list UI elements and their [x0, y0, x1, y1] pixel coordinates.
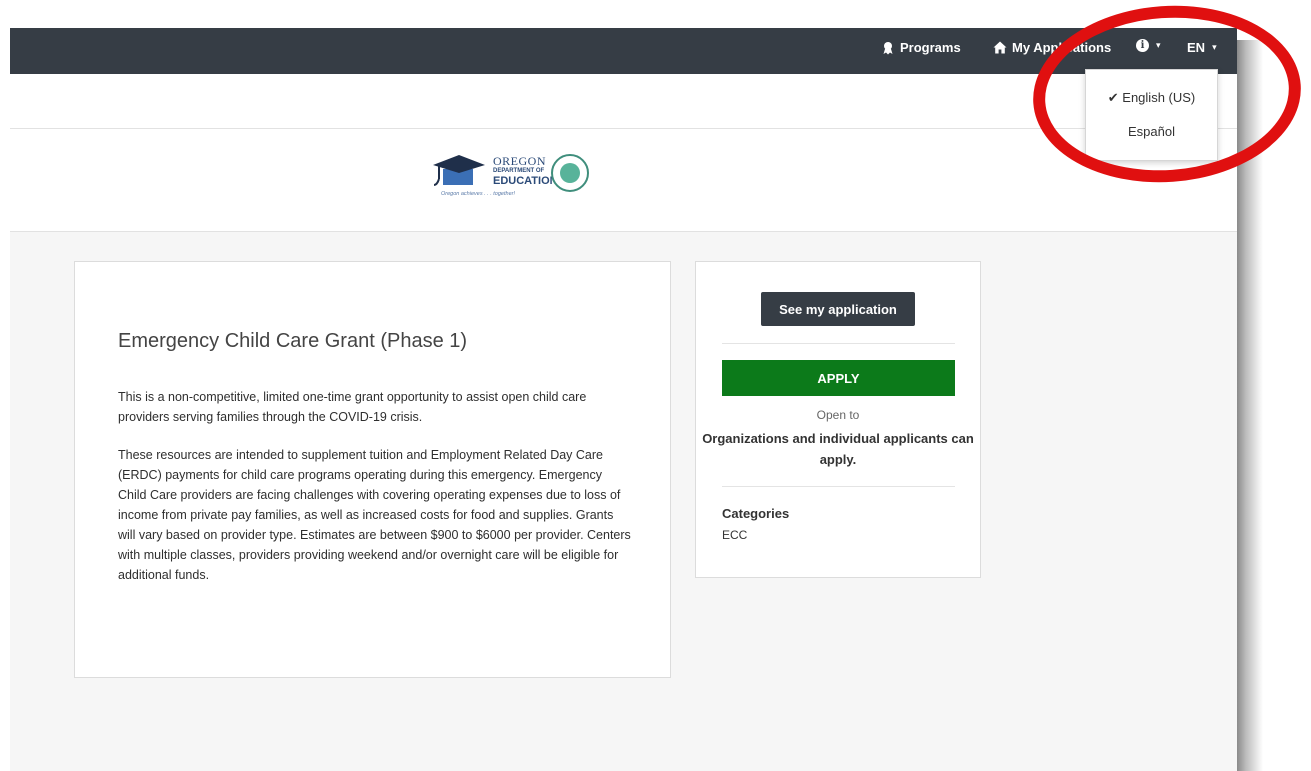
language-option-label: Español: [1128, 124, 1175, 139]
logo-banner: OREGON DEPARTMENT OF EDUCATION Oregon ac…: [10, 129, 1237, 232]
graduation-cap-icon: [433, 155, 485, 186]
logo-line-department: DEPARTMENT OF: [493, 168, 545, 174]
info-dropdown[interactable]: i ▾: [1136, 39, 1161, 52]
grant-description-2: These resources are intended to suppleme…: [118, 448, 631, 582]
grant-details-card: Emergency Child Care Grant (Phase 1) Thi…: [74, 261, 671, 678]
grant-description-1: This is a non-competitive, limited one-t…: [118, 390, 587, 424]
early-learning-seal-icon: [551, 154, 589, 192]
nav-my-applications[interactable]: My Applications: [993, 40, 1111, 55]
see-my-application-button[interactable]: See my application: [761, 292, 915, 326]
home-icon: [993, 41, 1007, 54]
top-navbar: Programs My Applications i ▾ EN ▾: [10, 28, 1237, 74]
apply-button[interactable]: APPLY: [722, 360, 955, 396]
logo-line-education: EDUCATION: [493, 175, 558, 187]
ode-logo: OREGON DEPARTMENT OF EDUCATION Oregon ac…: [431, 151, 591, 207]
language-label: EN: [1187, 40, 1206, 55]
categories-label: Categories: [722, 506, 790, 521]
grant-title: Emergency Child Care Grant (Phase 1): [118, 330, 468, 352]
application-sidebar-card: See my application APPLY Open to Organiz…: [695, 261, 981, 578]
open-to-value: Organizations and individual applicants …: [702, 431, 974, 467]
browser-page: Programs My Applications i ▾ EN ▾ OREGON: [10, 28, 1237, 771]
logo-line-oregon: OREGON: [493, 154, 546, 168]
nav-programs-label: Programs: [900, 40, 961, 55]
divider: [722, 343, 955, 344]
check-icon: ✔: [1107, 90, 1119, 105]
nav-my-applications-label: My Applications: [1012, 40, 1112, 55]
subheader-bar: [10, 74, 1237, 129]
logo-tagline: Oregon achieves . . . together!: [441, 191, 515, 197]
language-option-spanish[interactable]: Español: [1086, 124, 1217, 139]
language-option-label: English (US): [1122, 90, 1196, 105]
info-icon: i: [1136, 39, 1149, 52]
chevron-down-icon: ▾: [1212, 42, 1217, 52]
language-option-english[interactable]: ✔ English (US): [1086, 90, 1217, 106]
window-shadow: [1237, 40, 1263, 771]
open-to-label: Open to: [816, 408, 860, 422]
language-menu: ✔ English (US) Español: [1085, 69, 1218, 161]
chevron-down-icon: ▾: [1156, 40, 1161, 50]
categories-value: ECC: [722, 528, 748, 542]
award-icon: [883, 41, 893, 54]
divider: [722, 486, 955, 487]
seal-center: [560, 163, 580, 183]
nav-programs[interactable]: Programs: [881, 40, 961, 55]
language-dropdown[interactable]: EN ▾: [1187, 40, 1217, 55]
